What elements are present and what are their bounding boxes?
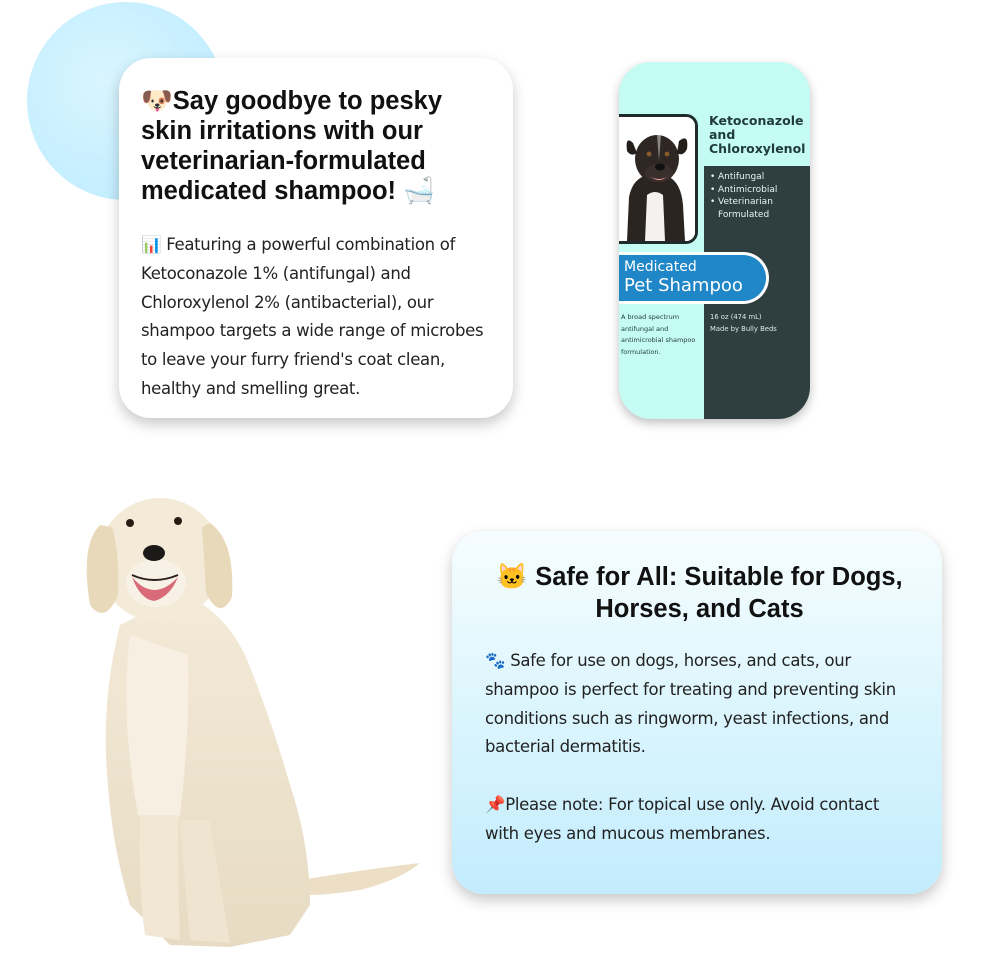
pit-bull-illustration: [619, 117, 695, 241]
bottle-description: A broad spectrum antifungal and antimicr…: [621, 313, 696, 356]
bottle-feature-item: Antimicrobial: [710, 184, 810, 197]
bottle-feature-item: Antifungal: [710, 171, 810, 184]
bottle-feature-item: Veterinarian Formulated: [710, 196, 810, 221]
bottle-label-line2: Pet Shampoo: [624, 275, 743, 296]
bottle-label-pill: Medicated Pet Shampoo: [619, 252, 769, 304]
bottle-active-ingredients: Ketoconazole and Chloroxylenol: [709, 113, 806, 156]
safety-body: 🐾 Safe for use on dogs, horses, and cats…: [485, 651, 896, 757]
safety-note: 📌Please note: For topical use only. Avoi…: [485, 794, 879, 843]
intro-body: 📊 Featuring a powerful combination of Ke…: [141, 235, 484, 398]
shampoo-bottle-image: Ketoconazole and Chloroxylenol Antifunga…: [619, 62, 810, 419]
bottle-size-maker: 16 oz (474 mL) Made by Bully Beds: [710, 313, 777, 333]
golden-retriever-illustration: [86, 498, 420, 947]
product-page: 🐶Say goodbye to pesky skin irritations w…: [0, 0, 983, 963]
safety-card: 🐱 Safe for All: Suitable for Dogs, Horse…: [452, 531, 942, 894]
pit-bull-photo: [619, 114, 698, 244]
bottle-feature-list: Antifungal Antimicrobial Veterinarian Fo…: [704, 166, 810, 236]
golden-retriever-photo: [60, 485, 440, 955]
intro-card: 🐶Say goodbye to pesky skin irritations w…: [119, 58, 513, 418]
bottle-label-line1: Medicated: [624, 259, 697, 275]
intro-title: 🐶Say goodbye to pesky skin irritations w…: [141, 87, 442, 205]
safety-title: 🐱 Safe for All: Suitable for Dogs, Horse…: [496, 563, 903, 623]
